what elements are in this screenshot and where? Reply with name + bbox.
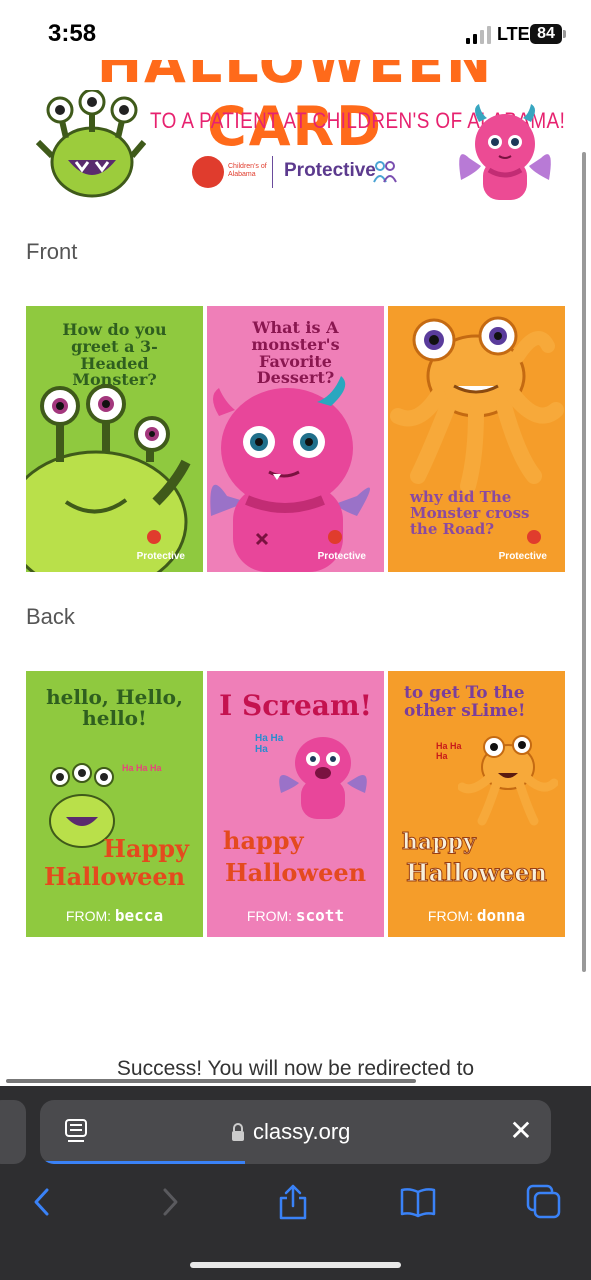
from-line: FROM: scott — [207, 906, 384, 925]
front-card-pink[interactable]: What is A monster's Favorite Dessert? Pr… — [207, 306, 384, 572]
three-headed-monster-icon — [26, 384, 191, 572]
orange-octopus-monster-icon — [390, 316, 564, 494]
forward-arrow-icon[interactable] — [150, 1182, 190, 1222]
front-label: Front — [26, 239, 78, 264]
childrens-logo-icon — [147, 530, 161, 544]
url-text: classy.org — [253, 1119, 351, 1144]
close-icon[interactable]: ✕ — [506, 1116, 536, 1146]
from-label: FROM: — [427, 908, 474, 924]
battery-tip-icon — [563, 30, 566, 38]
from-line: FROM: becca — [26, 906, 203, 925]
cellular-signal-icon — [466, 26, 491, 44]
logo-divider — [272, 156, 273, 188]
childrens-hospital-logo-icon — [192, 156, 224, 188]
front-card-orange[interactable]: why did The Monster cross the Road? Prot… — [388, 306, 565, 572]
orange-octopus-small-icon — [458, 735, 558, 826]
back-card-text: hello, Hello, hello! — [46, 685, 183, 730]
back-arrow-icon[interactable] — [22, 1182, 62, 1222]
front-card-green[interactable]: How do you greet a 3-Headed Monster? Pro… — [26, 306, 203, 572]
green-three-eyed-monster-icon — [36, 90, 146, 198]
from-name: donna — [476, 906, 526, 925]
from-name: becca — [114, 906, 164, 925]
front-card-text: why did The Monster cross the Road? — [410, 488, 530, 538]
status-bar: 3:58 LTE 84 — [0, 0, 591, 64]
back-card-text: I Scream! — [219, 689, 372, 722]
address-bar[interactable]: classy.org ✕ — [40, 1100, 551, 1164]
back-card-text: to get To the other sLime! — [404, 683, 526, 721]
pink-monster-icon — [210, 376, 370, 572]
protective-brand: Protective — [498, 551, 547, 562]
page-load-progress — [40, 1161, 245, 1164]
protective-brand: Protective — [136, 551, 185, 562]
share-icon[interactable] — [273, 1182, 313, 1222]
status-time: 3:58 — [48, 20, 97, 47]
halloween-text: Halloween — [43, 862, 186, 891]
childrens-logo-icon — [527, 530, 541, 544]
childrens-logo-icon — [328, 530, 342, 544]
tabs-icon[interactable] — [524, 1182, 564, 1222]
bookmarks-icon[interactable] — [398, 1182, 438, 1222]
halloween-card-banner: HALLOWEEN CARD TO A PATIENT AT CHILDREN'… — [0, 60, 591, 205]
from-label: FROM: — [246, 908, 293, 924]
protective-people-icon — [373, 161, 397, 183]
page-menu-icon[interactable] — [64, 1119, 88, 1145]
pink-monster-small-icon — [279, 737, 367, 819]
back-label: Back — [26, 604, 75, 629]
battery-level: 84 — [530, 24, 562, 44]
vertical-scrollbar[interactable] — [582, 152, 586, 972]
front-card-text: How do you greet a 3-Headed Monster? — [62, 320, 167, 390]
home-indicator[interactable] — [190, 1262, 401, 1268]
from-line: FROM: donna — [388, 906, 565, 925]
halloween-text: Halloween — [405, 858, 548, 887]
halloween-text: Halloween — [224, 858, 367, 887]
happy-text: happy — [223, 826, 304, 855]
back-card-orange[interactable]: to get To the other sLime! Ha Ha Ha happ… — [388, 671, 565, 937]
back-card-green[interactable]: hello, Hello, hello! Ha Ha Ha Happy Hall… — [26, 671, 203, 937]
network-type: LTE — [497, 24, 530, 44]
lock-icon — [232, 1123, 244, 1141]
childrens-hospital-logo-text: Children's of Alabama — [228, 163, 267, 178]
protective-logo-text: Protective — [284, 160, 376, 181]
from-name: scott — [295, 906, 345, 925]
happy-text: Happy — [103, 834, 189, 863]
pink-winged-monster-icon — [459, 104, 551, 200]
protective-brand: Protective — [317, 551, 366, 562]
previous-tab-preview[interactable] — [0, 1100, 26, 1164]
happy-text: happy — [402, 829, 477, 855]
browser-chrome: classy.org ✕ — [0, 1086, 591, 1280]
horizontal-scrollbar[interactable] — [6, 1079, 416, 1083]
back-card-pink[interactable]: I Scream! Ha Ha Ha happy Halloween FROM:… — [207, 671, 384, 937]
laugh-text: Ha Ha Ha — [122, 763, 162, 773]
success-message: Success! You will now be redirected to — [116, 1057, 475, 1080]
page: { "status_bar": { "time": "3:58", "netwo… — [0, 0, 591, 1280]
from-label: FROM: — [65, 908, 112, 924]
